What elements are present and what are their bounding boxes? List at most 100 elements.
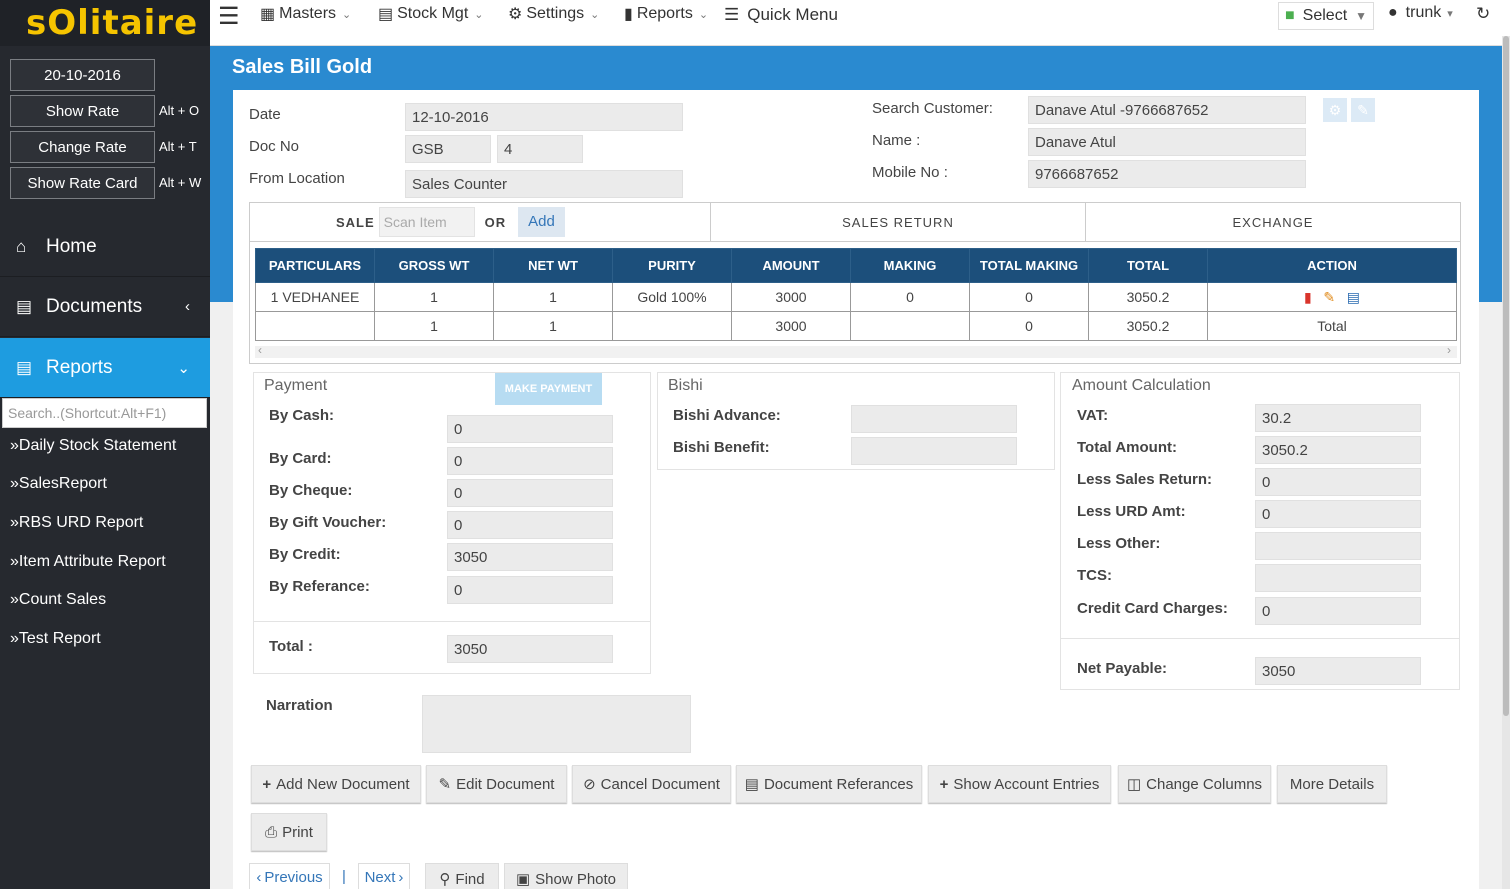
- customer-settings-icon[interactable]: ⚙: [1323, 98, 1347, 122]
- edit-icon[interactable]: ✎: [1323, 289, 1335, 305]
- by-cash-field[interactable]: 0: [447, 415, 613, 443]
- more-details-button[interactable]: More Details: [1277, 765, 1387, 803]
- show-photo-button[interactable]: ▣ Show Photo: [504, 863, 628, 889]
- tab-sales-return[interactable]: SALES RETURN: [710, 203, 1085, 241]
- show-rate-button[interactable]: Show Rate: [10, 95, 155, 127]
- col-particulars[interactable]: PARTICULARS: [255, 248, 375, 283]
- col-action[interactable]: ACTION: [1207, 248, 1457, 283]
- menu-settings[interactable]: ⚙ Settings ⌄: [508, 4, 599, 24]
- language-select[interactable]: ■ Select ▼: [1278, 2, 1375, 30]
- col-net-wt[interactable]: NET WT: [493, 248, 613, 283]
- plus-icon: +: [262, 775, 272, 793]
- col-total-making[interactable]: TOTAL MAKING: [969, 248, 1089, 283]
- net-payable-field[interactable]: 3050: [1255, 657, 1421, 685]
- report-link-item-attribute[interactable]: »Item Attribute Report: [10, 553, 166, 571]
- table-row[interactable]: 1 VEDHANEE 1 1 Gold 100% 3000 0 0 3050.2…: [255, 282, 1457, 312]
- report-link-sales[interactable]: »SalesReport: [10, 475, 107, 493]
- less-urd-field[interactable]: 0: [1255, 500, 1421, 528]
- sidebar: sOlitaire 20-10-2016 Show Rate Alt + O C…: [0, 0, 210, 889]
- location-field[interactable]: Sales Counter: [405, 170, 683, 198]
- cancel-document-button[interactable]: ⊘ Cancel Document: [572, 765, 731, 803]
- print-button[interactable]: ⎙ Print: [251, 813, 327, 851]
- by-gift-voucher-field[interactable]: 0: [447, 511, 613, 539]
- add-item-button[interactable]: Add: [518, 207, 565, 237]
- report-link-rbs-urd[interactable]: »RBS URD Report: [10, 514, 143, 532]
- less-sales-return-field[interactable]: 0: [1255, 468, 1421, 496]
- report-link-count-sales[interactable]: »Count Sales: [10, 591, 106, 609]
- change-rate-button[interactable]: Change Rate: [10, 131, 155, 163]
- tab-exchange[interactable]: EXCHANGE: [1085, 203, 1460, 241]
- docno-prefix-field[interactable]: GSB: [405, 135, 491, 163]
- show-rate-card-button[interactable]: Show Rate Card: [10, 167, 155, 199]
- chevron-right-icon: ›: [398, 868, 404, 886]
- vat-field[interactable]: 30.2: [1255, 404, 1421, 432]
- quick-menu[interactable]: ☰ Quick Menu: [724, 5, 838, 25]
- scroll-left-icon[interactable]: ‹: [258, 343, 262, 357]
- col-purity[interactable]: PURITY: [612, 248, 732, 283]
- scan-item-input[interactable]: Scan Item: [378, 207, 475, 237]
- find-button[interactable]: ⚲ Find: [425, 863, 499, 889]
- app-logo[interactable]: sOlitaire: [0, 0, 210, 46]
- nav-documents[interactable]: ▤ Documents ‹: [0, 277, 210, 337]
- date-field[interactable]: 12-10-2016: [405, 103, 683, 131]
- mobile-field[interactable]: 9766687652: [1028, 160, 1306, 188]
- tcs-field[interactable]: [1255, 564, 1421, 592]
- credit-card-charges-field[interactable]: 0: [1255, 597, 1421, 625]
- by-referance-field[interactable]: 0: [447, 576, 613, 604]
- bishi-advance-field[interactable]: [851, 405, 1017, 433]
- hamburger-menu-icon[interactable]: ☰: [218, 2, 240, 31]
- grid-horizontal-scrollbar[interactable]: ‹ ›: [255, 343, 1457, 358]
- narration-textarea[interactable]: [422, 695, 691, 753]
- col-amount[interactable]: AMOUNT: [731, 248, 851, 283]
- show-account-entries-button[interactable]: + Show Account Entries: [928, 765, 1111, 803]
- total-amount-field[interactable]: 3050.2: [1255, 436, 1421, 464]
- report-search-input[interactable]: Search..(Shortcut:Alt+F1): [2, 398, 207, 428]
- report-link-daily-stock[interactable]: »Daily Stock Statement: [10, 437, 176, 455]
- by-card-field[interactable]: 0: [447, 447, 613, 475]
- user-icon: ●: [1388, 4, 1398, 21]
- payment-title: Payment: [264, 377, 328, 394]
- search-customer-field[interactable]: Danave Atul -9766687652: [1028, 96, 1306, 124]
- col-total[interactable]: TOTAL: [1088, 248, 1208, 283]
- less-other-label: Less Other:: [1077, 535, 1161, 552]
- chevron-left-icon: ‹: [185, 298, 190, 315]
- payment-total-field[interactable]: 3050: [447, 635, 613, 663]
- amount-calculation-title: Amount Calculation: [1072, 377, 1211, 394]
- bishi-benefit-field[interactable]: [851, 437, 1017, 465]
- edit-document-button[interactable]: ✎ Edit Document: [426, 765, 567, 803]
- col-gross-wt[interactable]: GROSS WT: [374, 248, 494, 283]
- chevron-left-icon: ‹: [256, 868, 262, 886]
- name-field[interactable]: Danave Atul: [1028, 128, 1306, 156]
- by-credit-field[interactable]: 3050: [447, 543, 613, 571]
- nav-reports[interactable]: ▤ Reports ⌄: [0, 338, 210, 398]
- table-header-row: PARTICULARS GROSS WT NET WT PURITY AMOUN…: [255, 248, 1457, 283]
- less-other-field[interactable]: [1255, 532, 1421, 560]
- menu-masters[interactable]: ▦ Masters ⌄: [260, 4, 351, 24]
- col-making[interactable]: MAKING: [850, 248, 970, 283]
- menu-reports[interactable]: ▮ Reports ⌄: [624, 4, 708, 24]
- bishi-benefit-label: Bishi Benefit:: [673, 439, 770, 456]
- previous-button[interactable]: ‹ Previous: [249, 863, 330, 889]
- menu-stock-mgt[interactable]: ▤ Stock Mgt ⌄: [378, 4, 483, 24]
- show-rate-shortcut: Alt + O: [159, 103, 200, 118]
- refresh-icon[interactable]: ↻: [1476, 4, 1490, 24]
- net-payable-label: Net Payable:: [1077, 660, 1168, 677]
- tab-sale[interactable]: SALE Scan Item OR Add: [250, 203, 710, 241]
- page-scrollbar-thumb[interactable]: [1503, 36, 1509, 716]
- delete-icon[interactable]: ▮: [1304, 289, 1312, 305]
- make-payment-button[interactable]: MAKE PAYMENT: [495, 373, 602, 405]
- next-button[interactable]: Next ›: [358, 863, 410, 889]
- report-link-test[interactable]: »Test Report: [10, 630, 101, 648]
- scroll-right-icon[interactable]: ›: [1447, 343, 1451, 357]
- docno-field[interactable]: 4: [497, 135, 583, 163]
- change-columns-button[interactable]: ◫ Change Columns: [1118, 765, 1271, 803]
- customer-edit-icon[interactable]: ✎: [1351, 98, 1375, 122]
- nav-home[interactable]: ⌂ Home: [0, 217, 210, 277]
- details-icon[interactable]: ▤: [1347, 289, 1360, 305]
- document-references-button[interactable]: ▤ Document Referances: [736, 765, 922, 803]
- user-menu[interactable]: ● trunk ▾: [1388, 4, 1453, 22]
- by-cheque-field[interactable]: 0: [447, 479, 613, 507]
- current-date: 20-10-2016: [10, 59, 155, 91]
- show-rate-card-shortcut: Alt + W: [159, 175, 202, 190]
- add-new-document-button[interactable]: + Add New Document: [251, 765, 421, 803]
